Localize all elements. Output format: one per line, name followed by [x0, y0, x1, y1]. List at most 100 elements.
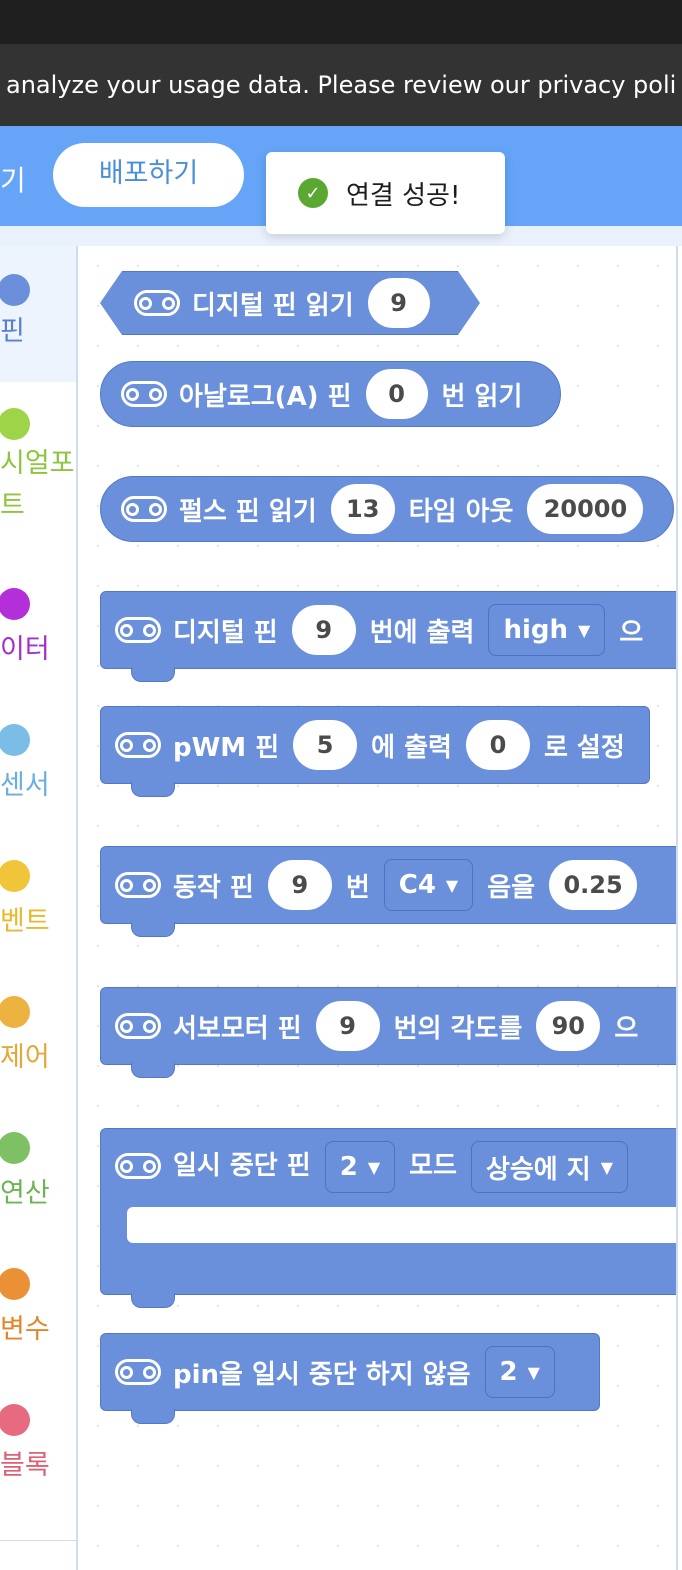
pin-dropdown[interactable]: 2 ▼: [324, 1141, 396, 1193]
block-mid: 번: [345, 872, 370, 903]
block-notch: [131, 1409, 175, 1424]
category-pin[interactable]: 핀: [0, 246, 76, 382]
category-label: 핀: [0, 316, 25, 347]
pin-input[interactable]: 13: [330, 484, 395, 534]
block-notch: [131, 1063, 175, 1078]
mode-dropdown[interactable]: 상승에 지 ▼: [470, 1141, 629, 1193]
category-serial-dot: [0, 408, 30, 440]
pin-dropdown[interactable]: 2 ▼: [484, 1346, 555, 1398]
block-label: 서보모터 핀: [173, 1013, 302, 1044]
arduino-icon: [121, 496, 167, 522]
category-variable-dot: [0, 1268, 30, 1300]
pin-input[interactable]: 9: [267, 860, 332, 910]
category-label: 센서: [0, 770, 50, 801]
block-notch: [131, 667, 175, 682]
block-mid: 타임 아웃: [408, 496, 514, 527]
arduino-icon: [115, 1359, 161, 1385]
toast-message: 연결 성공!: [346, 180, 461, 211]
category-event[interactable]: 벤트: [0, 856, 76, 956]
category-label: 이터: [0, 634, 50, 665]
category-control[interactable]: 제어: [0, 992, 76, 1092]
category-label: 시얼포: [0, 448, 75, 479]
block-servo[interactable]: 서보모터 핀 9 번의 각도를 90 으: [100, 987, 676, 1078]
category-label: 제어: [0, 1042, 50, 1073]
category-data[interactable]: 이터: [0, 584, 76, 684]
level-dropdown[interactable]: high ▼: [488, 604, 606, 656]
pin-input[interactable]: 5: [293, 720, 358, 770]
workspace-right-edge: [676, 246, 682, 1570]
hex-cap-left: [100, 271, 122, 335]
block-digital-write[interactable]: 디지털 핀 9 번에 출력 high ▼ 으: [100, 591, 676, 682]
block-label: 펄스 핀 읽기: [179, 496, 317, 527]
caret-down-icon: ▼: [600, 1157, 614, 1177]
pin-dropdown-value: 2: [339, 1152, 358, 1182]
pin-input[interactable]: 9: [367, 278, 430, 328]
category-sidebar: 핀 시얼포 트 이터 센서 벤트 제어 연산 변수 블록: [0, 246, 78, 1570]
category-operator[interactable]: 연산: [0, 1128, 76, 1228]
toolbar-prev-label[interactable]: 기: [0, 159, 26, 199]
block-suffix: 으: [614, 1013, 639, 1044]
block-pwm-write[interactable]: pWM 핀 5 에 출력 0 로 설정: [100, 706, 650, 797]
angle-input[interactable]: 90: [536, 1001, 601, 1051]
pin-input[interactable]: 9: [291, 605, 356, 655]
timeout-input[interactable]: 20000: [527, 484, 644, 534]
block-mid: 번의 각도를: [393, 1013, 523, 1044]
block-notch: [131, 922, 175, 937]
block-notch: [131, 1293, 175, 1308]
beat-input[interactable]: 0.25: [549, 860, 638, 910]
block-mid2: 음을: [487, 872, 536, 903]
block-label: pin을 일시 중단 하지 않음: [173, 1359, 471, 1390]
block-mid: 모드: [409, 1151, 457, 1181]
block-analog-read[interactable]: 아날로그(A) 핀 0 번 읽기: [100, 361, 561, 427]
category-label: 변수: [0, 1314, 50, 1345]
c-block-mouth: [127, 1207, 676, 1243]
block-mid: 번에 출력: [369, 617, 475, 648]
block-mid: 에 출력: [371, 732, 452, 763]
caret-down-icon: ▼: [445, 875, 459, 895]
block-interrupt[interactable]: 일시 중단 핀 2 ▼ 모드 상승에 지 ▼: [100, 1128, 676, 1308]
deploy-button[interactable]: 배포하기: [53, 143, 244, 207]
category-control-dot: [0, 996, 30, 1028]
block-notch: [131, 782, 175, 797]
mode-dropdown-value: 상승에 지: [485, 1154, 591, 1185]
connection-toast: ✓ 연결 성공!: [266, 152, 505, 234]
category-label: 블록: [0, 1450, 50, 1481]
block-label: 디지털 핀: [173, 617, 278, 648]
arduino-icon: [121, 381, 167, 407]
category-label: 벤트: [0, 906, 50, 937]
arduino-icon: [115, 732, 161, 758]
block-tone[interactable]: 동작 핀 9 번 C4 ▼ 음을 0.25: [100, 846, 676, 937]
category-event-dot: [0, 860, 30, 892]
category-label: 연산: [0, 1178, 50, 1209]
note-dropdown[interactable]: C4 ▼: [383, 859, 474, 911]
cookie-banner: analyze your usage data. Please review o…: [0, 44, 682, 126]
arduino-icon: [115, 872, 161, 898]
pin-input[interactable]: 0: [365, 369, 428, 419]
block-palette: 디지털 핀 읽기 9 아날로그(A) 핀 0 번 읽기 펄스 핀 읽기 13 타…: [78, 246, 676, 1570]
arduino-icon: [115, 1153, 161, 1179]
block-label: 일시 중단 핀: [173, 1151, 311, 1181]
block-label: 디지털 핀 읽기: [192, 290, 354, 321]
pin-dropdown-value: 2: [499, 1357, 518, 1387]
block-pulse-read[interactable]: 펄스 핀 읽기 13 타임 아웃 20000: [100, 476, 674, 542]
hex-cap-right: [458, 271, 480, 335]
category-label-2: 트: [0, 490, 25, 521]
block-digital-read[interactable]: 디지털 핀 읽기 9: [100, 271, 480, 335]
category-variable[interactable]: 변수: [0, 1264, 76, 1364]
category-pin-dot: [0, 274, 30, 306]
category-operator-dot: [0, 1132, 30, 1164]
block-label: pWM 핀: [173, 732, 280, 763]
arduino-icon: [115, 617, 161, 643]
category-serial-port[interactable]: 시얼포 트: [0, 392, 76, 532]
category-my-blocks[interactable]: 블록: [0, 1400, 76, 1500]
caret-down-icon: ▼: [527, 1362, 540, 1382]
pin-input[interactable]: 9: [315, 1001, 380, 1051]
caret-down-icon: ▼: [367, 1157, 381, 1177]
block-detach-interrupt[interactable]: pin을 일시 중단 하지 않음 2 ▼: [100, 1333, 600, 1424]
value-input[interactable]: 0: [465, 720, 530, 770]
category-sensor-dot: [0, 724, 30, 756]
category-sensor[interactable]: 센서: [0, 720, 76, 820]
block-suffix: 으: [619, 617, 644, 648]
block-label: 동작 핀: [173, 872, 254, 903]
block-label: 아날로그(A) 핀: [179, 381, 352, 412]
